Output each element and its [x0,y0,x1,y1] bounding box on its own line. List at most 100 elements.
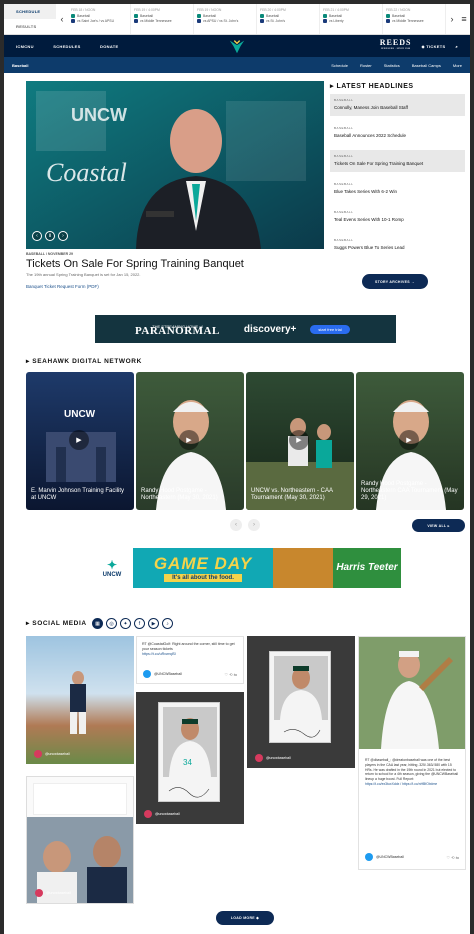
headline-item[interactable]: BASEBALL Connolly, Maness Join Baseball S… [330,94,465,116]
tweet-link[interactable]: https://t.co/ex3tuxXddx / https://t.co/n… [359,782,465,787]
chevron-left-icon[interactable]: ‹ [56,4,68,34]
hero-image[interactable]: UNCW Coastal ‹ Ⅱ › [26,81,324,249]
sponsor-logo[interactable]: REEDS JEWELERS · SINCE 1946 [380,39,412,52]
sport-title[interactable]: Baseball [12,63,28,68]
svg-text:Coastal: Coastal [46,158,127,187]
load-more-button[interactable]: LOAD MORE ◆ [216,911,274,925]
tweet-card[interactable]: RT @CoastalGolf: Right around the corner… [136,636,244,684]
tweet-link[interactable]: https://t.co/uRxwrqlSl [142,652,238,657]
game-sport: Baseball [266,14,280,18]
all-feed-icon[interactable]: ▦ [92,618,103,629]
game-card[interactable]: FEB 20 / 4:00PM Baseball vs St. John's [257,4,320,34]
tiktok-icon[interactable]: ♪ [162,618,173,629]
game-opponent: vs Middle Tennessee [392,19,424,23]
headline-item[interactable]: BASEBALL Tickets On Sale For Spring Train… [330,150,465,172]
next-slide-icon[interactable]: › [58,231,68,241]
food-image [273,548,333,588]
post-handle[interactable]: @uncwbaseball [144,810,180,818]
play-icon[interactable]: ▶ [289,430,309,450]
post-handle[interactable]: @uncwbaseball [255,754,291,762]
instagram-post[interactable]: 34 @uncwbaseball [136,692,244,824]
tickets-link[interactable]: TICKETS [426,44,445,49]
game-date: FEB 20 / 4:00PM [260,8,286,12]
video-caption: Randy Hood Postgame - Northeastern CAA T… [361,481,458,501]
subnav-item[interactable]: More [453,63,462,68]
instagram-post[interactable]: @uncwbaseball [26,636,134,764]
video-card[interactable]: ▶ Randy Hood Postgame - Northeastern CAA… [356,372,464,510]
play-icon[interactable]: ▶ [69,430,89,450]
subnav-item[interactable]: Statistics [384,63,400,68]
instagram-icon[interactable]: ◎ [106,618,117,629]
svg-text:UNCW: UNCW [64,409,96,420]
story-archives-button[interactable]: STORY ARCHIVES → [362,274,428,289]
tab-results[interactable]: RESULTS [4,19,56,34]
chevron-right-icon[interactable]: › [446,4,458,34]
scoreboard: SCHEDULE RESULTS ‹ FEB 18 / NOON Baseball… [4,4,470,35]
post-handle[interactable]: @uncwbaseball [35,889,71,897]
tweet-text: RT @CoastalGolf: Right around the corner… [142,642,235,651]
harris-teeter-logo: Harris Teeter [333,548,401,588]
game-opponent: vs APSU / vs St. John's [203,19,239,23]
discovery-ad-banner[interactable]: THE STREAMING HOME of PARANORMAL discover… [95,315,396,343]
play-icon[interactable]: ▶ [399,430,419,450]
game-card[interactable]: FEB 21 / 4:00PM Baseball vs Liberty [320,4,383,34]
game-opponent: vs St. John's [266,19,286,23]
game-card[interactable]: FEB 19 / NOON Baseball vs APSU / vs St. Jo… [194,4,257,34]
prev-slide-icon[interactable]: ‹ [32,231,42,241]
instagram-post[interactable]: @uncwbaseball [247,636,355,768]
video-card[interactable]: ▶ Randy Hood Postgame - Northeastern (Ma… [136,372,244,510]
video-card[interactable]: ▶ UNCW vs. Northeastern - CAA Tournament… [246,372,354,510]
pause-icon[interactable]: Ⅱ [45,231,55,241]
svg-text:UNCW: UNCW [71,105,127,125]
post-handle[interactable]: @UNCWBaseball [365,853,404,861]
tweet-actions-icon[interactable]: ♡ ⟲ ⇆ [224,672,237,677]
search-icon[interactable]: ⌕ [455,44,458,49]
video-caption: E. Marvin Johnson Training Facility at U… [31,488,125,501]
instagram-icon [34,750,42,758]
post-handle[interactable]: @UNCWBaseball [143,670,182,678]
subnav-item[interactable]: Roster [360,63,372,68]
headlines-title: ▸ LATEST HEADLINES [330,83,414,90]
ad-cta-button[interactable]: start free trial [310,324,350,334]
twitter-icon [143,670,151,678]
ticket-icon[interactable]: ◆ TICKETS [421,44,445,49]
video-card[interactable]: UNCW ▶ E. Marvin Johnson Training Facili… [26,372,134,510]
game-date: FEB 22 / NOON [386,8,411,12]
tweet-actions-icon[interactable]: ♡ ⟲ ⇆ [446,855,459,860]
game-card[interactable]: FEB 19 / 4:00PM Baseball vs Middle Tenness… [131,4,194,34]
headline-item[interactable]: BASEBALL Suggs Powers Blue To Series Lead [330,234,465,256]
carousel-next-icon[interactable]: › [248,519,260,531]
nav-item[interactable]: ICMCNU [16,44,34,49]
subnav-item[interactable]: Schedule [331,63,348,68]
tweet-card[interactable]: RT @dbaseball_: @dreatonbaseball was one… [358,636,466,870]
instagram-post[interactable]: @uncwbaseball [26,776,134,904]
game-day-banner[interactable]: ✦ UNCW GAME DAY It's all about the food. H… [91,548,401,588]
story-link[interactable]: Banquet Ticket Request Form (PDF) [26,284,99,289]
seahawk-logo[interactable] [228,37,246,55]
facebook-icon[interactable]: f [134,618,145,629]
nav-item[interactable]: SCHEDULES [53,44,80,49]
twitter-icon [365,853,373,861]
game-day-title: GAME DAY [153,554,253,573]
tab-schedule[interactable]: SCHEDULE [4,4,56,19]
carousel-prev-icon[interactable]: ‹ [230,519,242,531]
headline-item[interactable]: BASEBALL Teal Evens Series With 10-1 Romp [330,206,465,228]
page: SCHEDULE RESULTS ‹ FEB 18 / NOON Baseball… [4,4,470,934]
game-card[interactable]: FEB 18 / NOON Baseball vs Saint Joe's / vs… [68,4,131,34]
ad-brand: discovery+ [243,323,297,335]
nav-item[interactable]: DONATE [100,44,118,49]
headline-item[interactable]: BASEBALL Blue Takes Series With 6-2 Win [330,178,465,200]
view-all-button[interactable]: VIEW ALL ▸ [412,519,465,532]
menu-icon[interactable]: ≡ [458,4,470,34]
game-sport: Baseball [140,14,154,18]
play-icon[interactable]: ▶ [179,430,199,450]
video-caption: Randy Hood Postgame - Northeastern (May … [141,488,218,501]
game-date: FEB 19 / 4:00PM [134,8,160,12]
twitter-icon[interactable]: ✦ [120,618,131,629]
post-handle[interactable]: @uncwbaseball [34,750,70,758]
game-card[interactable]: FEB 22 / NOON Baseball vs Middle Tennessee [383,4,446,34]
subnav-item[interactable]: Baseball Camps [412,63,441,68]
story-title[interactable]: Tickets On Sale For Spring Training Banq… [26,258,244,270]
headline-item[interactable]: BASEBALL Baseball Announces 2022 Schedule [330,122,465,144]
youtube-icon[interactable]: ▶ [148,618,159,629]
